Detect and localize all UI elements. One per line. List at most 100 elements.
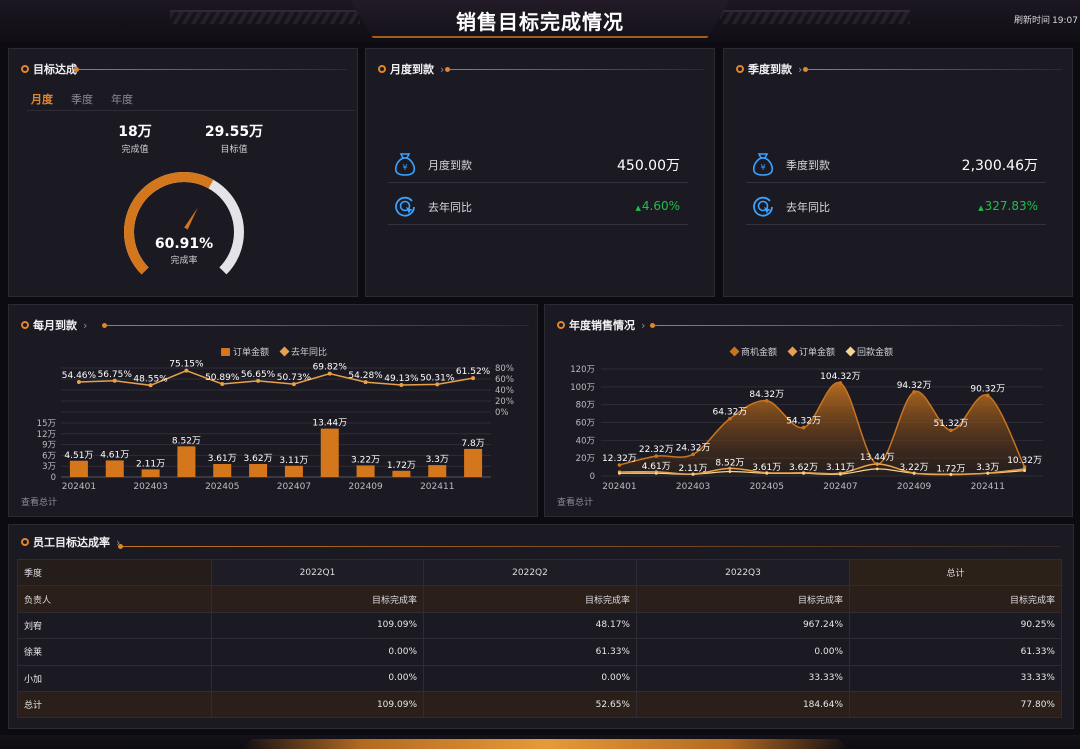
- payment-point: [728, 470, 732, 473]
- payment-point: [1023, 469, 1026, 473]
- bar: [69, 460, 88, 477]
- opportunity-data-label: 22.32万: [639, 445, 674, 455]
- opportunity-data-label: 54.32万: [786, 417, 821, 427]
- table-cell: 61.33%: [423, 638, 637, 666]
- y-tick-label: 120万: [570, 365, 595, 375]
- table-cell: 33.33%: [849, 664, 1062, 692]
- table-cell: 77.80%: [849, 690, 1062, 719]
- line-data-label: 56.65%: [241, 370, 276, 380]
- y-tick-label: 0: [51, 473, 56, 483]
- bar: [464, 448, 483, 477]
- bar-data-label: 3.62万: [244, 454, 273, 464]
- table-cell: 总计: [17, 690, 212, 719]
- table-header-quarter: 季度 2022Q1 2022Q2 2022Q3 总计: [17, 558, 1062, 587]
- employee-table-panel: 员工目标达成率 › 季度 2022Q1 2022Q2 2022Q3 总计 负责人…: [8, 524, 1074, 729]
- monthly-yoy-row: 去年同比 ▲4.60%: [388, 191, 688, 225]
- annual-chart-panel: 年度销售情况 › 商机金额 订单金额 回款金额 0 20万 40万 60万 80万 100…: [544, 304, 1073, 517]
- header-cell: 2022Q1: [211, 558, 424, 587]
- y2-tick-label: 20%: [495, 397, 514, 407]
- opportunity-data-label: 10.32万: [1007, 456, 1042, 466]
- monthly-chart: 03万6万9万12万15万 0%20%40%60%80% 4.51万 4.61万 2.1…: [37, 360, 514, 492]
- view-total-link-monthly[interactable]: 查看总计: [21, 495, 57, 508]
- page-title: 销售目标完成情况: [456, 10, 624, 34]
- table-row: 刘宥 109.09% 48.17% 967.24% 90.25%: [17, 611, 1062, 640]
- x-tick-label: 202405: [205, 482, 239, 492]
- header-cell: 目标完成率: [849, 585, 1062, 613]
- rate-value: 60.91%: [154, 236, 214, 252]
- y-tick-label: 40万: [576, 436, 595, 446]
- x-tick-label: 202409: [897, 482, 932, 492]
- y-tick-label: 20万: [576, 454, 595, 464]
- employee-table-title: 员工目标达成率 ›: [21, 535, 120, 549]
- opportunity-data-label: 12.32万: [602, 454, 637, 464]
- bar: [105, 460, 124, 477]
- payment-point: [802, 471, 805, 475]
- line-data-label: 50.89%: [205, 373, 240, 383]
- monthly-payment-row: ¥ 月度到款 450.00万: [388, 149, 688, 183]
- chevron-right-icon[interactable]: ›: [440, 63, 444, 76]
- payment-point: [875, 467, 879, 471]
- money-bag-icon: ¥: [394, 153, 416, 176]
- monthly-chart-panel: 每月到款 › 订单金额 去年同比 0 3万 6万 9万 12万 15万 0% 20% 40% 60…: [8, 304, 538, 517]
- payment-point: [949, 472, 953, 476]
- opportunity-data-label: 94.32万: [897, 381, 932, 391]
- table-cell: 184.64%: [636, 690, 850, 719]
- quarterly-payment-panel: 季度到款 › ¥ 季度到款 2,300.46万 去年同比 ▲327.83%: [723, 48, 1073, 297]
- bar: [428, 465, 447, 477]
- refresh-label: 刷新时间: [1014, 16, 1051, 26]
- y-tick-label: 60万: [576, 419, 595, 429]
- table-cell: 小加: [17, 664, 212, 692]
- bar: [320, 428, 339, 477]
- chevron-right-icon[interactable]: ›: [798, 63, 802, 76]
- opportunity-data-label: 104.32万: [820, 372, 861, 382]
- header-cell: 目标完成率: [636, 585, 850, 613]
- line-data-label: 54.46%: [62, 371, 97, 381]
- order-point: [875, 462, 879, 466]
- table-cell: 967.24%: [636, 611, 850, 640]
- line-data-label: 56.75%: [98, 370, 133, 380]
- refresh-time: 刷新时间 19:07: [1012, 13, 1078, 26]
- bar: [284, 465, 303, 477]
- refresh-value: 19:07: [1052, 16, 1078, 26]
- order-data-label: 2.11万: [679, 464, 708, 474]
- employee-title-text: 员工目标达成率: [33, 536, 110, 549]
- order-data-label: 3.62万: [789, 463, 818, 473]
- quarterly-yoy-row: 去年同比 ▲327.83%: [746, 191, 1046, 225]
- monthly-payment-title: 月度到款 ›: [378, 62, 444, 76]
- table-cell: 0.00%: [636, 638, 850, 666]
- payment-point: [912, 471, 916, 475]
- x-tick-label: 202409: [348, 482, 383, 492]
- table-cell: 109.09%: [211, 611, 424, 640]
- quarterly-title-text: 季度到款: [748, 63, 792, 76]
- monthly-payment-value: 450.00万: [617, 158, 680, 174]
- header-decoration-left: [170, 10, 360, 24]
- table-cell: 52.65%: [423, 690, 637, 719]
- table-cell: 48.17%: [423, 611, 637, 640]
- target-panel: 目标达成 月度 季度 年度 18万 完成值 29.55万 目标值 60.91% …: [8, 48, 358, 297]
- opportunity-data-label: 64.32万: [713, 408, 748, 418]
- y-tick-label: 15万: [37, 419, 56, 429]
- payment-point: [618, 471, 621, 475]
- header-cell: 季度: [17, 558, 212, 587]
- line-data-label: 50.73%: [277, 373, 312, 383]
- table-cell: 0.00%: [211, 638, 424, 666]
- table-cell: 109.09%: [211, 690, 424, 719]
- order-data-label: 3.22万: [900, 463, 929, 473]
- y2-tick-label: 40%: [495, 386, 514, 396]
- y-tick-label: 80万: [576, 401, 595, 411]
- table-cell: 33.33%: [636, 664, 850, 692]
- bar-data-label: 8.52万: [172, 436, 201, 446]
- monthly-yoy-change: ▲4.60%: [635, 199, 680, 213]
- quarterly-title-icon: [736, 65, 744, 73]
- table-total-row: 总计 109.09% 52.65% 184.64% 77.80%: [17, 690, 1062, 719]
- view-total-link-annual[interactable]: 查看总计: [557, 495, 593, 508]
- line-data-label: 50.31%: [420, 373, 455, 383]
- bar-data-label: 3.3万: [426, 455, 449, 465]
- bar-data-label: 3.61万: [208, 454, 237, 464]
- x-tick-label: 202401: [62, 482, 96, 492]
- line-data-label: 54.28%: [348, 371, 383, 381]
- table-cell: 0.00%: [423, 664, 637, 692]
- footer-glow: [240, 739, 850, 749]
- bar: [213, 464, 232, 477]
- bar-data-label: 2.11万: [136, 459, 165, 469]
